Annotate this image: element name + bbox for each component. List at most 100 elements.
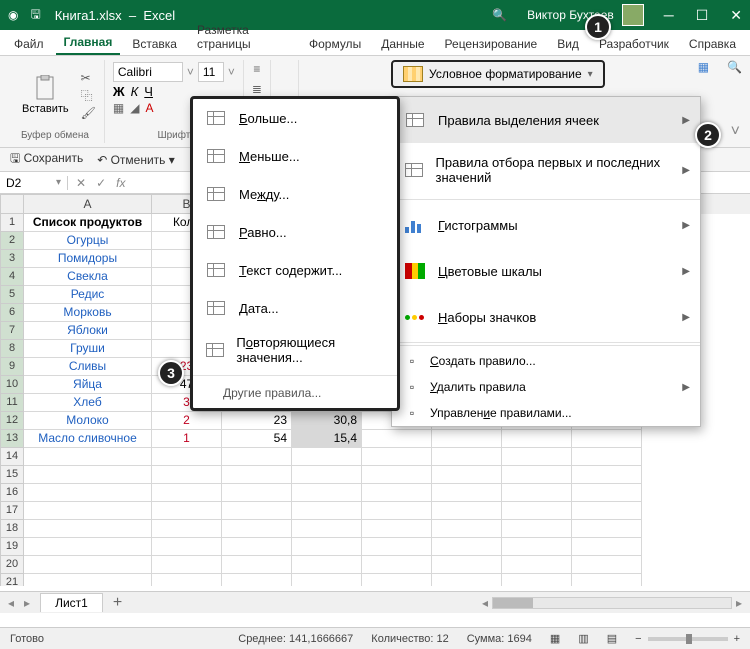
cell[interactable] xyxy=(572,448,642,466)
cell[interactable] xyxy=(292,538,362,556)
cell[interactable] xyxy=(432,556,502,574)
conditional-formatting-button[interactable]: Условное форматирование ▾ xyxy=(391,60,605,88)
cell[interactable]: Огурцы xyxy=(24,232,152,250)
row-header[interactable]: 11 xyxy=(0,394,24,412)
cell[interactable] xyxy=(222,574,292,586)
cell[interactable]: Редис xyxy=(24,286,152,304)
cell[interactable] xyxy=(292,502,362,520)
row-header[interactable]: 10 xyxy=(0,376,24,394)
align-top-icon[interactable]: ≡ xyxy=(253,62,260,76)
row-header[interactable]: 18 xyxy=(0,520,24,538)
cell[interactable]: Сливы xyxy=(24,358,152,376)
cell[interactable] xyxy=(152,574,222,586)
cell[interactable]: 54 xyxy=(222,430,292,448)
cell[interactable] xyxy=(152,520,222,538)
cell[interactable] xyxy=(432,574,502,586)
view-normal-icon[interactable]: ▦ xyxy=(550,632,560,645)
cell[interactable] xyxy=(24,556,152,574)
sheet-nav-next[interactable]: ▸ xyxy=(24,596,30,610)
menu-item[interactable]: Правила отбора первых и последних значен… xyxy=(392,143,700,197)
row-header[interactable]: 12 xyxy=(0,412,24,430)
menu-item[interactable]: Между... xyxy=(193,175,397,213)
find-icon[interactable]: 🔍 xyxy=(727,60,742,74)
cell[interactable]: Морковь xyxy=(24,304,152,322)
cell[interactable] xyxy=(432,538,502,556)
row-header[interactable]: 1 xyxy=(0,214,24,232)
cut-icon[interactable]: ✂ xyxy=(81,71,96,85)
cell[interactable] xyxy=(292,466,362,484)
menu-item[interactable]: Меньше... xyxy=(193,137,397,175)
cell[interactable] xyxy=(572,484,642,502)
cell[interactable]: Список продуктов xyxy=(24,214,152,232)
menu-item[interactable]: Гистограммы▶ xyxy=(392,202,700,248)
row-header[interactable]: 14 xyxy=(0,448,24,466)
row-header[interactable]: 15 xyxy=(0,466,24,484)
row-header[interactable]: 7 xyxy=(0,322,24,340)
cell[interactable]: 30,8 xyxy=(292,412,362,430)
copy-icon[interactable]: ⿻ xyxy=(81,87,96,104)
ribbon-tab[interactable]: Файл xyxy=(6,33,52,55)
cell[interactable] xyxy=(24,484,152,502)
row-header[interactable]: 5 xyxy=(0,286,24,304)
cell[interactable] xyxy=(152,538,222,556)
cell[interactable] xyxy=(432,520,502,538)
row-header[interactable]: 9 xyxy=(0,358,24,376)
bold-button[interactable]: Ж xyxy=(113,84,125,99)
cell[interactable] xyxy=(432,448,502,466)
sheet-nav-prev[interactable]: ◂ xyxy=(8,596,14,610)
cell[interactable] xyxy=(502,574,572,586)
cell[interactable] xyxy=(572,430,642,448)
close-icon[interactable]: ✕ xyxy=(730,7,742,24)
cell[interactable] xyxy=(502,430,572,448)
ribbon-collapse-icon[interactable]: ˅ xyxy=(731,123,740,141)
menu-item[interactable]: Правила выделения ячеек▶ xyxy=(392,97,700,143)
confirm-edit-icon[interactable]: ✓ xyxy=(96,176,106,190)
row-header[interactable]: 3 xyxy=(0,250,24,268)
cell[interactable] xyxy=(292,520,362,538)
cell[interactable]: Масло сливочное xyxy=(24,430,152,448)
cell[interactable] xyxy=(362,502,432,520)
table-format-icon[interactable]: ▦ xyxy=(698,60,709,74)
cell[interactable] xyxy=(362,484,432,502)
view-layout-icon[interactable]: ▥ xyxy=(578,632,588,645)
menu-item[interactable]: Цветовые шкалы▶ xyxy=(392,248,700,294)
cell[interactable] xyxy=(292,556,362,574)
cell[interactable] xyxy=(362,556,432,574)
name-box[interactable]: D2▾ xyxy=(0,176,68,190)
col-header[interactable]: A xyxy=(24,194,152,214)
cell[interactable] xyxy=(502,538,572,556)
cell[interactable] xyxy=(362,448,432,466)
menu-item[interactable]: Равно... xyxy=(193,213,397,251)
cell[interactable] xyxy=(222,502,292,520)
zoom-control[interactable]: −+ xyxy=(635,633,740,645)
ribbon-tab[interactable]: Разметка страницы xyxy=(189,19,297,55)
cell[interactable] xyxy=(222,520,292,538)
ribbon-tab[interactable]: Вставка xyxy=(124,33,185,55)
ribbon-tab[interactable]: Главная xyxy=(56,31,121,55)
save-icon[interactable]: 🖫 xyxy=(30,5,40,26)
ribbon-tab[interactable]: Вид xyxy=(549,33,587,55)
cell[interactable] xyxy=(222,466,292,484)
horizontal-scrollbar[interactable] xyxy=(492,597,732,609)
row-header[interactable]: 8 xyxy=(0,340,24,358)
fill-color-icon[interactable]: ◢ xyxy=(130,101,139,115)
cell[interactable] xyxy=(222,538,292,556)
cell[interactable]: Хлеб xyxy=(24,394,152,412)
cell[interactable]: 23 xyxy=(222,412,292,430)
undo-button[interactable]: ↶ Отменить ▾ xyxy=(97,153,175,167)
cell[interactable] xyxy=(152,484,222,502)
cell[interactable] xyxy=(362,430,432,448)
menu-item[interactable]: Повторяющиеся значения... xyxy=(193,327,397,373)
cell[interactable]: Груши xyxy=(24,340,152,358)
cell[interactable] xyxy=(502,484,572,502)
scroll-left-icon[interactable]: ◂ xyxy=(482,596,488,610)
cell[interactable] xyxy=(152,466,222,484)
align-left-icon[interactable]: ≣ xyxy=(252,82,262,96)
row-header[interactable]: 13 xyxy=(0,430,24,448)
cell[interactable]: 2 xyxy=(152,412,222,430)
menu-item[interactable]: Больше... xyxy=(193,99,397,137)
cell[interactable] xyxy=(292,448,362,466)
ribbon-tab[interactable]: Справка xyxy=(681,33,744,55)
menu-item[interactable]: Текст содержит... xyxy=(193,251,397,289)
fx-icon[interactable]: fx xyxy=(116,176,125,190)
